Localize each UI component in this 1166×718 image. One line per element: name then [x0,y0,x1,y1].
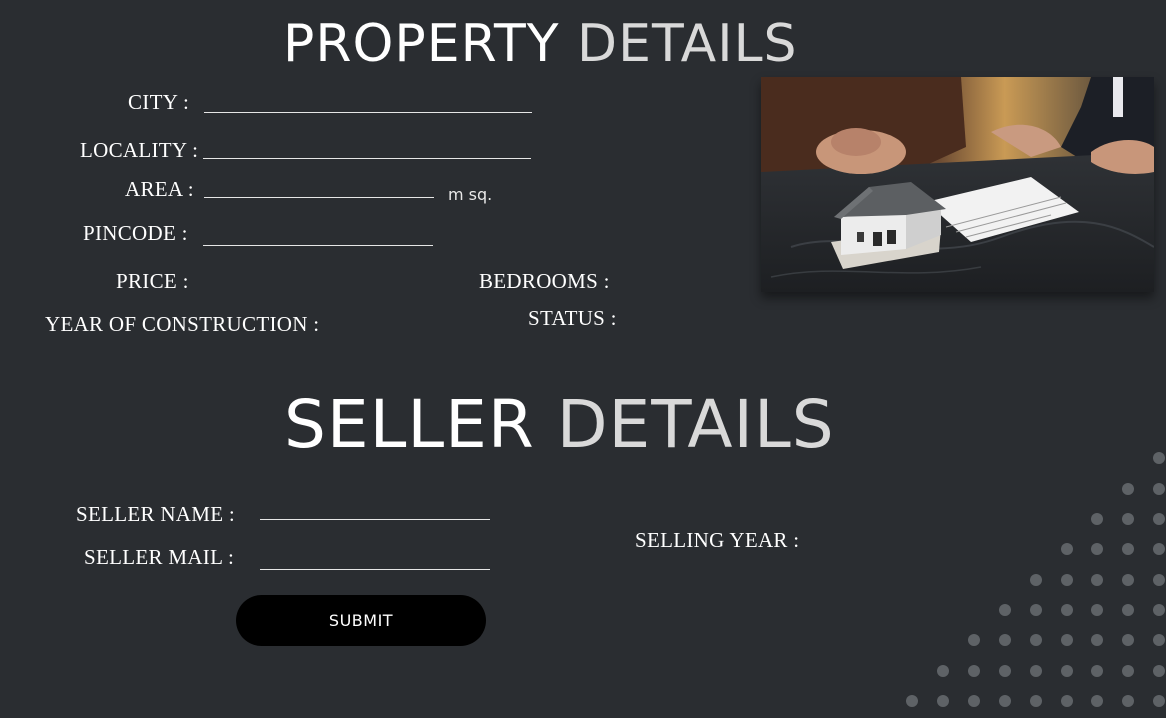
decorative-dot [1030,665,1042,677]
pincode-label: PINCODE : [83,221,188,245]
decorative-dot [1061,665,1073,677]
decorative-dot [1091,513,1103,525]
decorative-dot [1091,634,1103,646]
decorative-dot [999,665,1011,677]
decorative-dot [1122,574,1134,586]
decorative-dot [1122,483,1134,495]
decorative-dot [1030,604,1042,616]
selling-year-label: SELLING YEAR : [635,528,800,552]
seller-mail-label: SELLER MAIL : [84,545,235,569]
submit-button[interactable]: SUBMIT [236,595,486,646]
decorative-dot [1091,543,1103,555]
pincode-input[interactable] [203,245,433,246]
decorative-dot [1061,695,1073,707]
decorative-dot [999,604,1011,616]
seller-name-input[interactable] [260,519,490,520]
decorative-dot [1091,695,1103,707]
property-title-word2: DETAILS [577,14,798,74]
house-model-photo [761,77,1154,292]
decorative-dot [1061,634,1073,646]
decorative-dot [1153,634,1165,646]
decorative-dot [1153,483,1165,495]
decorative-dot [968,665,980,677]
decorative-dot [1030,695,1042,707]
decorative-dot [1122,513,1134,525]
city-input[interactable] [204,112,532,113]
decorative-dot [1122,634,1134,646]
city-label: CITY : [128,90,190,114]
decorative-dot [1091,574,1103,586]
decorative-dot [1153,452,1165,464]
decorative-dot [1153,543,1165,555]
decorative-dot [1153,513,1165,525]
decorative-dot [1030,634,1042,646]
decorative-dot [1122,695,1134,707]
decorative-dot [1030,574,1042,586]
decorative-dot [1091,665,1103,677]
area-unit: m sq. [448,185,493,204]
decorative-dot [937,695,949,707]
locality-label: LOCALITY : [80,138,199,162]
area-label: AREA : [125,177,194,201]
bedrooms-label: BEDROOMS : [479,269,610,293]
decorative-dot [906,695,918,707]
decorative-dot [1153,604,1165,616]
year-of-construction-label: YEAR OF CONSTRUCTION : [45,312,320,336]
decorative-dot [1061,604,1073,616]
property-details-title: PROPERTY DETAILS [283,12,798,76]
status-label: STATUS : [528,306,617,330]
price-label: PRICE : [116,269,189,293]
decorative-dot [937,665,949,677]
decorative-dot [1061,543,1073,555]
decorative-dot [1061,574,1073,586]
decorative-dot [1122,604,1134,616]
seller-details-title: SELLER DETAILS [284,385,835,465]
property-title-word1: PROPERTY [283,14,560,74]
seller-title-word2: DETAILS [556,386,835,463]
decorative-dot [1153,665,1165,677]
seller-title-word1: SELLER [284,386,535,463]
decorative-dot [999,634,1011,646]
decorative-dot [1153,695,1165,707]
seller-name-label: SELLER NAME : [76,502,236,526]
decorative-dot [968,634,980,646]
decorative-dot [1122,665,1134,677]
decorative-dot [999,695,1011,707]
decorative-dot [1122,543,1134,555]
area-input[interactable] [204,197,434,198]
decorative-dot [1091,604,1103,616]
decorative-dot [1153,574,1165,586]
decorative-dot [968,695,980,707]
seller-mail-input[interactable] [260,569,490,570]
locality-input[interactable] [203,158,531,159]
